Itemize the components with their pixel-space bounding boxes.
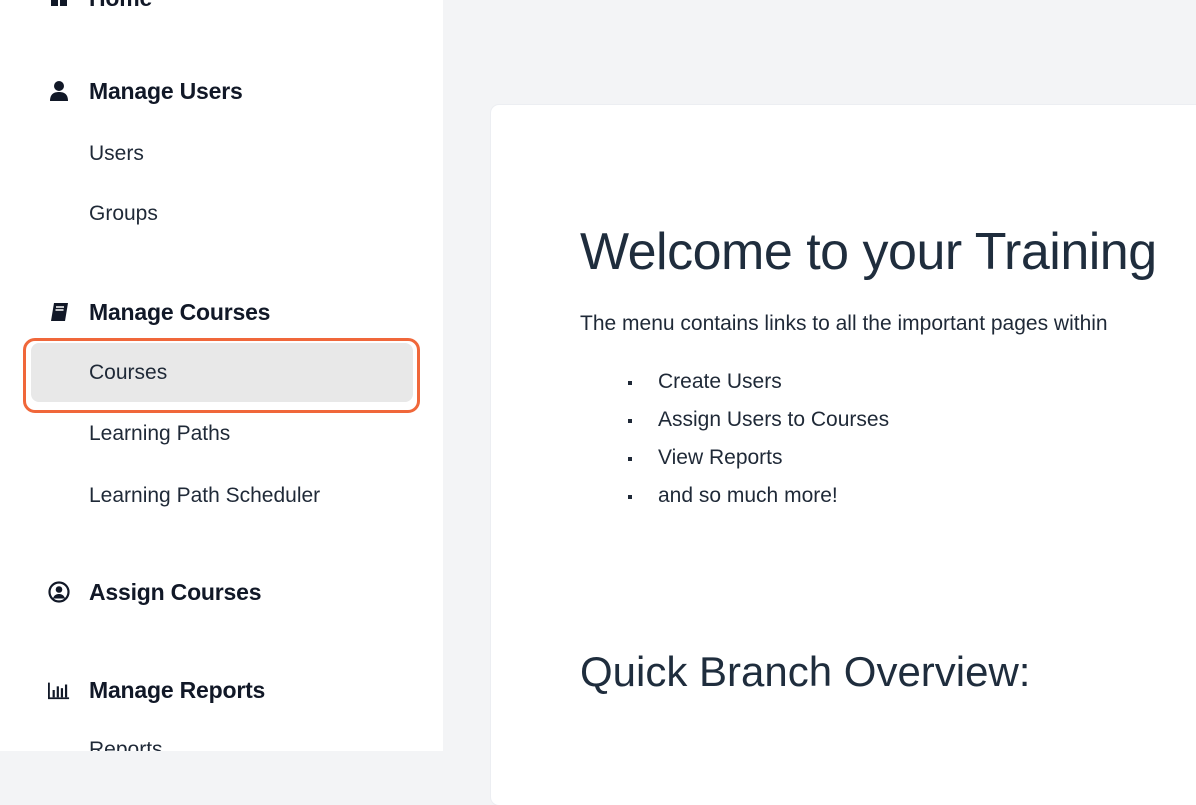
intro-text: The menu contains links to all the impor… xyxy=(580,312,1108,335)
bar-chart-icon xyxy=(48,679,70,701)
sidebar-item-courses[interactable]: Courses xyxy=(31,343,413,402)
sidebar-item-users[interactable]: Users xyxy=(89,139,144,169)
section-heading: Quick Branch Overview: xyxy=(580,648,1031,695)
sidebar-item-home[interactable]: Home xyxy=(48,0,152,13)
sidebar-item-reports[interactable]: Reports xyxy=(89,735,163,751)
section-label: Assign Courses xyxy=(89,578,262,605)
list-item: Assign Users to Courses xyxy=(628,406,889,444)
home-icon xyxy=(48,0,70,9)
page-title: Welcome to your Training xyxy=(580,223,1157,281)
user-icon xyxy=(48,80,70,102)
sidebar-item-label: Home xyxy=(89,0,152,12)
sidebar-section-assign-courses[interactable]: Assign Courses xyxy=(48,577,262,607)
sidebar: Home Manage Users Users Groups Manage Co… xyxy=(0,0,443,751)
section-label: Manage Reports xyxy=(89,676,266,703)
section-label: Manage Courses xyxy=(89,298,271,325)
sidebar-section-manage-reports[interactable]: Manage Reports xyxy=(48,675,265,705)
section-label: Manage Users xyxy=(89,77,243,104)
list-item: View Reports xyxy=(628,444,889,482)
list-item: and so much more! xyxy=(628,482,889,520)
sidebar-section-manage-courses[interactable]: Manage Courses xyxy=(48,297,270,327)
book-icon xyxy=(48,301,70,323)
sidebar-section-manage-users[interactable]: Manage Users xyxy=(48,76,243,106)
sidebar-item-learning-paths[interactable]: Learning Paths xyxy=(89,419,230,449)
sidebar-item-groups[interactable]: Groups xyxy=(89,199,158,229)
user-circle-icon xyxy=(48,581,70,603)
list-item: Create Users xyxy=(628,368,889,406)
feature-list: Create Users Assign Users to Courses Vie… xyxy=(628,368,889,520)
sidebar-item-learning-path-scheduler[interactable]: Learning Path Scheduler xyxy=(89,481,320,511)
